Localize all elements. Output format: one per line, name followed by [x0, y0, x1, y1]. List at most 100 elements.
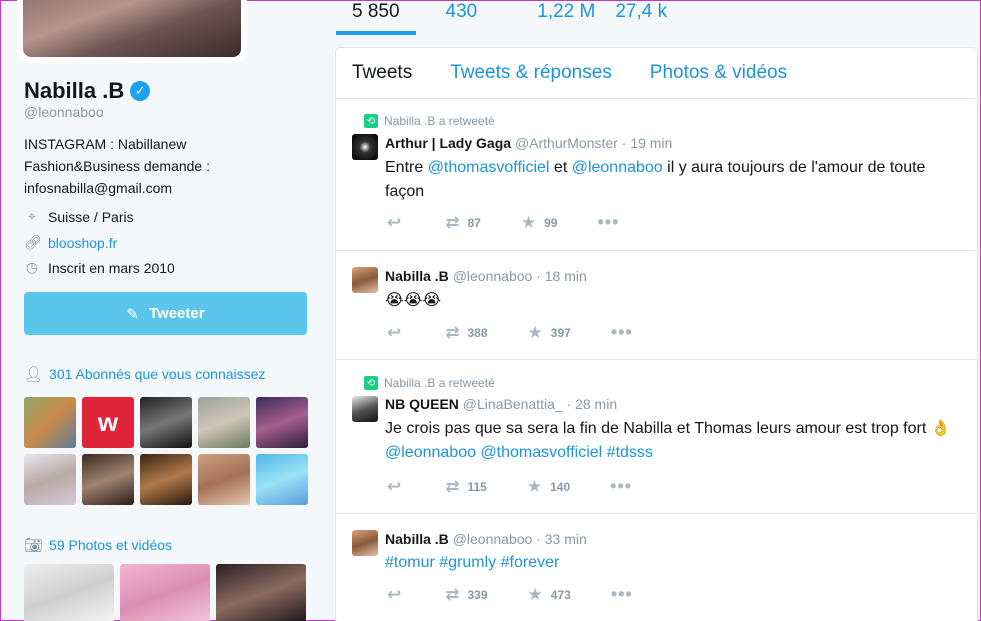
stat-tweets[interactable]: 5 850	[336, 1, 416, 35]
tab-tweets[interactable]: Tweets	[352, 62, 412, 84]
followers-you-know-header[interactable]: 👤︎ 301 Abonnés que vous connaissez	[24, 365, 265, 383]
photo-thumbnail[interactable]	[120, 564, 210, 621]
mention-link[interactable]: @thomasvofficiel	[428, 159, 550, 176]
photos-row	[24, 564, 306, 621]
photos-videos-label: 59 Photos et vidéos	[49, 537, 173, 553]
tweet-author-name[interactable]: NB QUEEN	[385, 396, 459, 412]
profile-avatar-frame[interactable]	[17, 0, 247, 63]
tab-tweets-replies[interactable]: Tweets & réponses	[450, 62, 612, 84]
tweeter-button[interactable]: ✎ Tweeter	[24, 292, 307, 335]
tweet-item[interactable]: ⟲ Nabilla .B a retweeté NB QUEEN @LinaBe…	[336, 360, 977, 514]
more-action[interactable]: •••	[610, 476, 632, 497]
retweet-icon: ⇄	[445, 212, 460, 232]
tweet-avatar[interactable]	[352, 134, 378, 160]
tweet-author-name[interactable]: Nabilla .B	[385, 531, 449, 547]
mention-link[interactable]: @leonnaboo	[385, 444, 476, 461]
retweet-icon: ⇄	[445, 476, 460, 496]
tweet-author-name[interactable]: Nabilla .B	[385, 268, 449, 284]
stat-following[interactable]: 430	[416, 1, 494, 35]
more-action[interactable]: •••	[611, 584, 633, 605]
like-action[interactable]: ★ 473	[528, 585, 571, 605]
tweet-text: Entre @thomasvofficiel et @leonnaboo il …	[385, 156, 955, 204]
tweet-author-handle[interactable]: @leonnaboo	[453, 268, 533, 284]
profile-bio: INSTAGRAM : Nabillanew Fashion&Business …	[24, 133, 210, 199]
retweet-label[interactable]: Nabilla .B a retweeté	[384, 376, 495, 390]
tweet-actions: ↩ ⇄ 339 ★ 473 •••	[387, 584, 633, 605]
tweet-author-handle[interactable]: @leonnaboo	[453, 531, 533, 547]
reply-action[interactable]: ↩	[387, 213, 401, 233]
retweet-icon: ⇄	[445, 584, 460, 604]
tweeter-button-label: Tweeter	[149, 305, 205, 322]
tweet-avatar[interactable]	[352, 396, 378, 422]
location-text: Suisse / Paris	[48, 208, 134, 225]
star-icon: ★	[527, 584, 543, 604]
tweet-avatar[interactable]	[352, 267, 378, 293]
tab-photos-videos[interactable]: Photos & vidéos	[650, 62, 787, 84]
tweet-item[interactable]: Nabilla .B @leonnaboo · 33 min #tomur #g…	[336, 514, 977, 621]
bio-line: infosnabilla@gmail.com	[24, 180, 173, 196]
follower-avatar[interactable]	[24, 454, 76, 505]
tweet-time[interactable]: · 19 min	[622, 135, 673, 151]
tweet-item[interactable]: ⟲ Nabilla .B a retweeté Arthur | Lady Ga…	[336, 99, 977, 251]
hashtag-link[interactable]: #grumly	[439, 554, 496, 571]
stat-followers[interactable]: 1,22 M	[493, 1, 611, 35]
tweet-time[interactable]: · 18 min	[536, 268, 587, 284]
profile-avatar[interactable]	[23, 0, 241, 57]
follower-avatar[interactable]	[82, 454, 134, 505]
like-action[interactable]: ★ 140	[527, 477, 570, 497]
like-action[interactable]: ★ 99	[521, 213, 558, 233]
website-link[interactable]: blooshop.fr	[48, 235, 117, 251]
tweet-time[interactable]: · 28 min	[567, 396, 618, 412]
more-action[interactable]: •••	[597, 212, 619, 233]
retweet-label[interactable]: Nabilla .B a retweeté	[384, 114, 495, 128]
tweet-author-handle[interactable]: @ArthurMonster	[515, 135, 618, 151]
quill-icon: ✎	[126, 305, 139, 323]
hashtag-link[interactable]: #tomur	[385, 554, 435, 571]
more-dots-icon: •••	[610, 584, 633, 604]
retweet-count: 339	[467, 587, 488, 602]
retweet-icon: ⟲	[364, 376, 378, 390]
tweet-avatar[interactable]	[352, 530, 378, 556]
retweet-context: ⟲ Nabilla .B a retweeté	[364, 376, 495, 390]
follower-avatar[interactable]	[256, 454, 308, 505]
reply-action[interactable]: ↩	[387, 585, 401, 605]
more-action[interactable]: •••	[611, 322, 633, 343]
reply-icon: ↩	[387, 584, 402, 604]
mention-link[interactable]: @thomasvofficiel	[480, 444, 602, 461]
follower-avatar[interactable]	[140, 397, 192, 448]
follower-avatar[interactable]	[198, 397, 250, 448]
retweet-action[interactable]: ⇄ 87	[445, 213, 481, 233]
retweet-action[interactable]: ⇄ 339	[445, 585, 487, 605]
profile-name[interactable]: Nabilla .B	[24, 78, 124, 104]
follower-avatar[interactable]	[24, 397, 76, 448]
tweet-time[interactable]: · 33 min	[536, 531, 587, 547]
star-icon: ★	[520, 212, 537, 232]
followers-grid: w	[24, 397, 308, 505]
tweet-author-name[interactable]: Arthur | Lady Gaga	[385, 135, 511, 151]
reply-action[interactable]: ↩	[387, 477, 401, 497]
tweet-header: Nabilla .B @leonnaboo · 18 min	[385, 268, 587, 284]
follower-avatar[interactable]	[140, 454, 192, 505]
tweet-author-handle[interactable]: @LinaBenattia_	[463, 396, 563, 412]
retweet-action[interactable]: ⇄ 115	[445, 477, 487, 497]
location-pin-icon: ⌖	[28, 208, 36, 224]
photo-thumbnail[interactable]	[216, 564, 306, 621]
profile-handle[interactable]: @leonnaboo	[24, 104, 104, 120]
like-action[interactable]: ★ 397	[528, 323, 571, 343]
mention-link[interactable]: @leonnaboo	[572, 159, 663, 176]
hashtag-link[interactable]: #forever	[501, 554, 560, 571]
photo-thumbnail[interactable]	[24, 564, 114, 621]
tweet-header: Arthur | Lady Gaga @ArthurMonster · 19 m…	[385, 135, 672, 151]
reply-action[interactable]: ↩	[387, 323, 401, 343]
follower-avatar[interactable]: w	[82, 397, 134, 448]
tweet-actions: ↩ ⇄ 115 ★ 140 •••	[387, 476, 632, 497]
hashtag-link[interactable]: #tdsss	[607, 444, 653, 461]
retweet-action[interactable]: ⇄ 388	[445, 323, 487, 343]
tweet-item[interactable]: Nabilla .B @leonnaboo · 18 min 😭😭😭 ↩ ⇄ 3…	[336, 251, 977, 360]
photos-videos-header[interactable]: 📷︎ 59 Photos et vidéos	[24, 536, 172, 554]
stat-likes[interactable]: 27,4 k	[611, 1, 683, 35]
tweet-text: #tomur #grumly #forever	[385, 551, 955, 575]
like-count: 99	[544, 215, 558, 230]
follower-avatar[interactable]	[198, 454, 250, 505]
follower-avatar[interactable]	[256, 397, 308, 448]
